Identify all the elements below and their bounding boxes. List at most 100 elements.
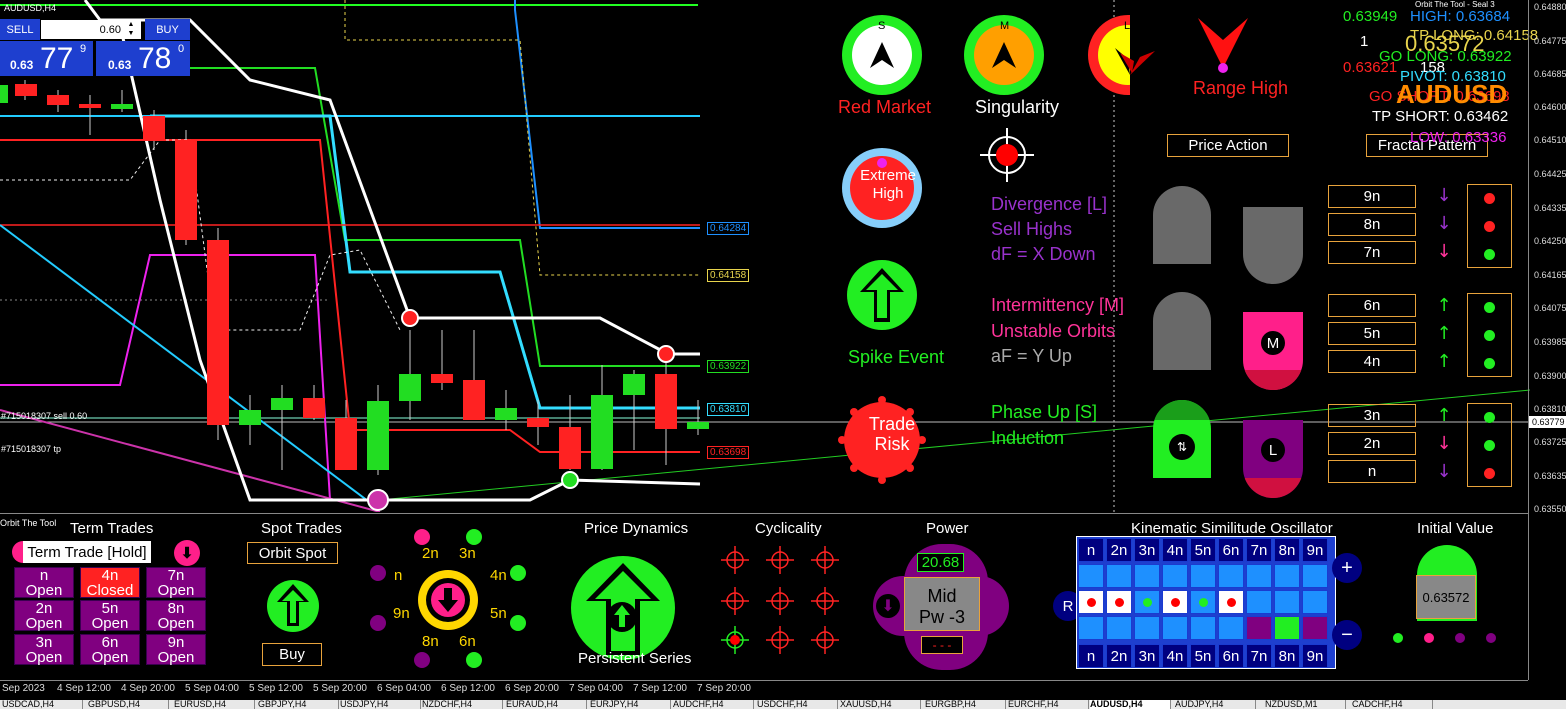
kso-cell [1218,590,1244,614]
kso-cell [1190,590,1216,614]
info-value-2: 0.63621 [1343,59,1398,76]
n-level-n: n [1328,460,1416,483]
fractal-shape-1 [1243,207,1303,284]
buy-button[interactable]: BUY [145,19,190,40]
term-cell[interactable]: n Open [14,567,74,598]
chart-tab[interactable]: XAUUSD,H4 [840,700,921,709]
price-axis-label: 0.64165 [1534,270,1566,280]
kso-col-label: 6n [1218,538,1244,562]
chart-tab[interactable]: AUDJPY,H4 [1175,700,1256,709]
chart-tab[interactable]: EURJPY,H4 [590,700,671,709]
term-trade-hold-button[interactable]: Term Trade [Hold] [23,541,151,563]
kso-plus-button[interactable]: + [1332,553,1362,583]
chart-tab[interactable]: GBPJPY,H4 [258,700,339,709]
kso-cell [1106,590,1132,614]
down-arrow-icon [1115,48,1155,75]
persistent-series-label: Persistent Series [578,650,692,667]
kso-cell [1134,590,1160,614]
price-action-button[interactable]: Price Action [1167,134,1289,157]
term-cell[interactable]: 3n Open [14,634,74,665]
s-letter: S [878,20,886,32]
kso-col-label: 9n [1302,644,1328,668]
kso-cell [1274,564,1300,588]
kso-cell [1246,590,1272,614]
price-dynamics-title: Price Dynamics [584,520,689,537]
signal-box-2 [1467,293,1512,377]
chart-tab[interactable]: EURAUD,H4 [506,700,587,709]
info-one: 1 [1360,33,1369,50]
time-axis-label: 5 Sep 20:00 [313,683,367,694]
price-axis-label: 0.63550 [1534,504,1566,514]
m-icon: M [1261,331,1285,355]
level-tag: 0.63698 [707,446,750,459]
n-level-6n: 6n [1328,294,1416,317]
price-dynamics-arrow-icon [571,556,675,660]
kso-cell [1162,590,1188,614]
time-axis-label: 5 Sep 04:00 [185,683,239,694]
kso-col-label: 2n [1106,538,1132,562]
chart-tab[interactable]: USDJPY,H4 [340,700,421,709]
term-cell[interactable]: 6n Open [80,634,140,665]
ring-9n: 9n [393,605,410,622]
svg-text:↓: ↓ [1436,213,1451,234]
level-tag: 0.64284 [707,222,750,235]
term-cell[interactable]: 4n Closed [80,567,140,598]
kso-cell [1302,590,1328,614]
svg-text:↓: ↓ [1436,185,1451,206]
orbit-spot-button[interactable]: Orbit Spot [247,542,338,564]
intermittency-label: Intermittency [M] [991,295,1125,315]
lot-stepper[interactable]: ▲ ▼ [125,20,137,39]
term-cell[interactable]: 7n Open [146,567,206,598]
m-letter: M [1000,20,1010,32]
chart-tab[interactable]: CADCHF,H4 [1352,700,1433,709]
chart-tab[interactable]: EURGBP,H4 [925,700,1006,709]
chart-tab[interactable]: USDCAD,H4 [2,700,83,709]
cyclicality-grid [721,546,839,654]
info-tp-short: TP SHORT: 0.63462 [1372,108,1509,125]
kso-col-label: 3n [1134,644,1160,668]
kso-minus-button[interactable]: − [1332,620,1362,650]
spot-buy-button[interactable]: Buy [262,643,322,666]
level-tag: 0.63922 [707,360,750,373]
price-axis-label: 0.64600 [1534,102,1566,112]
initial-dot [1486,633,1496,643]
term-cell[interactable]: 2n Open [14,600,74,631]
swap-icon: ⇅ [1169,434,1195,460]
info-high: HIGH: 0.63684 [1410,8,1511,25]
time-axis-label: 7 Sep 04:00 [569,683,623,694]
initial-dot [1393,633,1403,643]
time-axis-label: 5 Sep 12:00 [249,683,303,694]
chart-tab[interactable]: NZDCHF,H4 [422,700,503,709]
kso-col-label: 4n [1162,644,1188,668]
kso-col-label: 9n [1302,538,1328,562]
term-cell[interactable]: 9n Open [146,634,206,665]
chart-tab[interactable]: AUDCHF,H4 [673,700,754,709]
chart-tab[interactable]: EURUSD,H4 [174,700,255,709]
buy-price[interactable]: 0.63 78 0 [96,41,190,76]
svg-text:↑: ↑ [1436,323,1451,344]
ring-2n: 2n [422,545,439,562]
chart-tab[interactable]: EURCHF,H4 [1008,700,1089,709]
chart-tab[interactable]: GBPUSD,H4 [88,700,169,709]
price-axis-label: 0.63810 [1534,404,1566,414]
af-label: aF = Y Up [991,346,1072,366]
time-axis-label: 6 Sep 04:00 [377,683,431,694]
ring-8n: 8n [422,633,439,650]
kso-cell [1218,616,1244,640]
chart-tab[interactable]: USDCHF,H4 [757,700,838,709]
term-cell[interactable]: 5n Open [80,600,140,631]
power-down-arrow-icon: ⬇ [876,594,900,618]
trade-label-sell: #715018307 sell 0.60 [1,411,88,421]
kso-col-label: 8n [1274,644,1300,668]
sell-price[interactable]: 0.63 77 9 [0,41,93,76]
l-icon: L [1261,438,1285,462]
chart-tab[interactable]: NZDUSD,M1 [1265,700,1346,709]
spot-up-arrow-icon [267,580,319,632]
spike-event-label: Spike Event [848,347,945,367]
term-cell[interactable]: 8n Open [146,600,206,631]
chart-tab-active[interactable]: AUDUSD,H4 [1090,700,1171,709]
term-down-arrow-icon[interactable]: ⬇ [174,540,200,566]
kso-cell [1162,616,1188,640]
sell-button[interactable]: SELL [0,19,40,40]
ring-5n: 5n [490,605,507,622]
